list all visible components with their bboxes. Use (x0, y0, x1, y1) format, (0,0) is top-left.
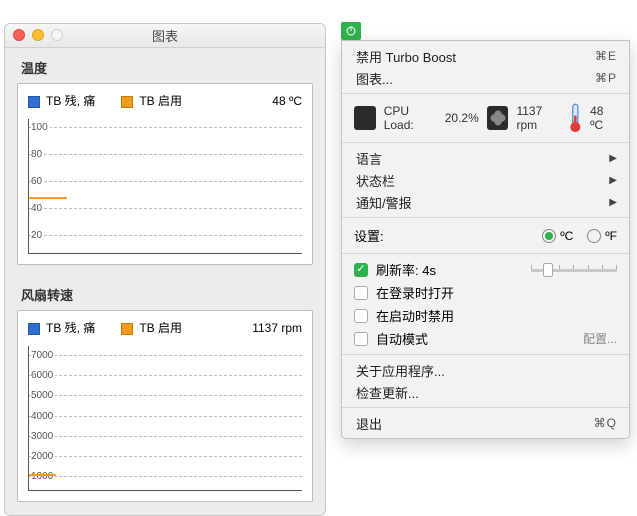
unit-celsius[interactable]: ºC (542, 229, 573, 243)
fan-panel: TB 残, 痛 TB 启用 1137 rpm 1000 2000 3000 40… (17, 310, 313, 502)
fan-value: 1137 rpm (516, 104, 561, 132)
temp-current-value: 48 ºC (272, 94, 302, 108)
menu-about[interactable]: 关于应用程序... (342, 359, 629, 381)
temp-heading: 温度 (5, 48, 325, 83)
power-icon (345, 25, 357, 37)
unit-fahrenheit[interactable]: ºF (587, 229, 617, 243)
disable-at-start-row[interactable]: 在启动时禁用 (342, 304, 629, 327)
checkbox-icon[interactable] (354, 309, 368, 323)
chevron-right-icon: ▶ (609, 197, 617, 208)
temp-panel: TB 残, 痛 TB 启用 48 ºC 20 40 60 80 100 (17, 83, 313, 265)
legend-tb-on: TB 启用 (121, 319, 182, 336)
close-icon[interactable] (13, 29, 25, 41)
swatch-orange-icon (121, 96, 133, 108)
separator (342, 93, 629, 94)
refresh-row[interactable]: 刷新率: 4s (342, 258, 629, 281)
temp-series-on (29, 197, 67, 199)
minimize-icon[interactable] (32, 29, 44, 41)
auto-mode-row[interactable]: 自动模式配置... (342, 327, 629, 350)
checkbox-checked-icon[interactable] (354, 263, 368, 277)
separator (342, 142, 629, 143)
separator (342, 253, 629, 254)
cpu-load-value: 20.2% (445, 111, 479, 125)
fan-current-value: 1137 rpm (252, 321, 302, 335)
legend-tb-on: TB 启用 (121, 92, 182, 109)
swatch-blue-icon (28, 96, 40, 108)
legend-tb-off: TB 残, 痛 (28, 92, 95, 109)
refresh-label: 刷新率: 4s (376, 260, 436, 279)
chevron-right-icon: ▶ (609, 175, 617, 186)
refresh-slider[interactable] (531, 261, 617, 279)
app-menu: 禁用 Turbo Boost ⌘E 图表... ⌘P CPU Load: 20.… (341, 40, 630, 439)
menu-notifications[interactable]: 通知/警报▶ (342, 191, 629, 213)
separator (342, 407, 629, 408)
cpu-chip-icon (354, 106, 376, 130)
thermometer-icon (569, 106, 582, 130)
fan-heading: 风扇转速 (5, 275, 325, 310)
cpu-load-label: CPU Load: (384, 104, 437, 132)
fan-series-on (29, 474, 56, 476)
menu-statusbar[interactable]: 状态栏▶ (342, 169, 629, 191)
radio-selected-icon (542, 229, 556, 243)
shortcut: ⌘Q (594, 416, 617, 430)
settings-label: 设置: (354, 226, 384, 245)
fan-chart: 1000 2000 3000 4000 5000 6000 7000 (28, 346, 302, 491)
fan-icon (487, 106, 509, 130)
temp-value: 48 ºC (590, 104, 617, 132)
swatch-blue-icon (28, 323, 40, 335)
temp-chart: 20 40 60 80 100 (28, 119, 302, 254)
menu-language[interactable]: 语言▶ (342, 147, 629, 169)
swatch-orange-icon (121, 323, 133, 335)
maximize-icon (51, 29, 63, 41)
checkbox-icon[interactable] (354, 286, 368, 300)
checkbox-icon[interactable] (354, 332, 368, 346)
shortcut: ⌘E (595, 49, 617, 63)
status-row: CPU Load: 20.2% 1137 rpm 48 ºC (342, 98, 629, 138)
titlebar[interactable]: 图表 (5, 24, 325, 48)
charts-window: 图表 温度 TB 残, 痛 TB 启用 48 ºC 20 40 60 80 10… (4, 23, 326, 516)
slider-thumb[interactable] (543, 263, 553, 277)
separator (342, 217, 629, 218)
shortcut: ⌘P (595, 71, 617, 85)
menu-quit[interactable]: 退出⌘Q (342, 412, 629, 434)
menu-charts[interactable]: 图表... ⌘P (342, 67, 629, 89)
settings-row: 设置: ºC ºF (342, 222, 629, 249)
chevron-right-icon: ▶ (609, 153, 617, 164)
open-at-login-row[interactable]: 在登录时打开 (342, 281, 629, 304)
separator (342, 354, 629, 355)
config-button[interactable]: 配置... (583, 330, 617, 347)
legend-tb-off: TB 残, 痛 (28, 319, 95, 336)
menu-disable-turbo[interactable]: 禁用 Turbo Boost ⌘E (342, 45, 629, 67)
menubar-app-icon[interactable] (341, 22, 361, 40)
radio-icon (587, 229, 601, 243)
menu-check-updates[interactable]: 检查更新... (342, 381, 629, 403)
